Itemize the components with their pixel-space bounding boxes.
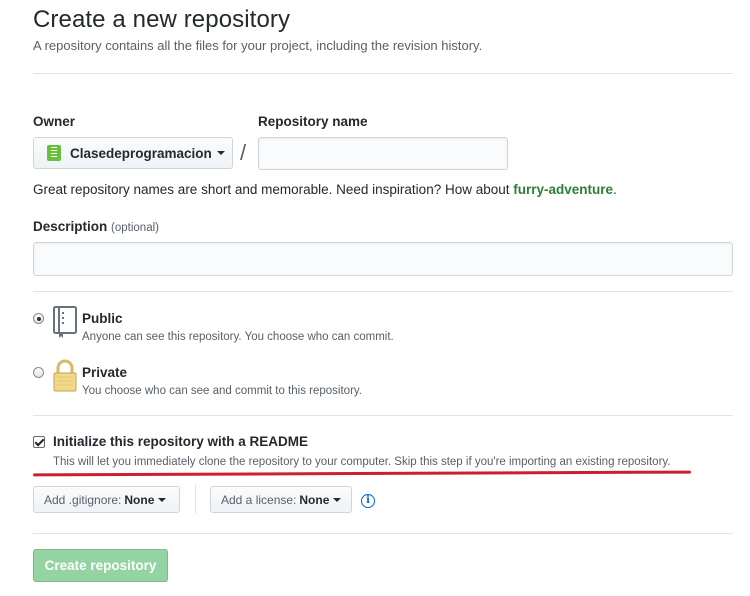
private-label: Private bbox=[82, 365, 128, 380]
owner-name: Clasedeprogramacion bbox=[70, 145, 212, 161]
gitignore-dropdown[interactable]: Add .gitignore: None bbox=[33, 486, 180, 513]
divider bbox=[33, 415, 733, 416]
chevron-down-icon bbox=[216, 151, 225, 155]
hint-suffix: . bbox=[613, 182, 617, 197]
repo-book-icon bbox=[53, 306, 77, 338]
public-description: Anyone can see this repository. You choo… bbox=[82, 331, 394, 343]
page-subtitle: A repository contains all the files for … bbox=[33, 38, 483, 53]
chevron-down-icon bbox=[158, 497, 167, 502]
name-hint: Great repository names are short and mem… bbox=[33, 182, 617, 197]
chevron-down-icon bbox=[333, 497, 342, 502]
create-repository-button[interactable]: Create repository bbox=[33, 549, 168, 582]
lock-icon bbox=[53, 359, 77, 392]
private-radio[interactable] bbox=[33, 367, 44, 378]
license-label: Add a license: bbox=[221, 492, 297, 507]
divider bbox=[33, 533, 733, 534]
description-label-text: Description bbox=[33, 219, 108, 234]
license-dropdown[interactable]: Add a license: None bbox=[210, 486, 352, 513]
description-label: Description (optional) bbox=[33, 219, 159, 234]
repository-name-label: Repository name bbox=[258, 114, 368, 129]
owner-label: Owner bbox=[33, 114, 76, 129]
page-title: Create a new repository bbox=[33, 6, 291, 33]
organization-avatar-icon bbox=[47, 145, 61, 161]
annotation-underline bbox=[32, 470, 692, 477]
gitignore-value: None bbox=[124, 492, 155, 507]
divider bbox=[195, 484, 196, 514]
readme-description: This will let you immediately clone the … bbox=[53, 456, 671, 468]
license-value: None bbox=[299, 492, 330, 507]
optional-note: (optional) bbox=[111, 222, 159, 234]
divider bbox=[33, 73, 733, 74]
private-description: You choose who can see and commit to thi… bbox=[82, 385, 362, 397]
readme-checkbox[interactable] bbox=[33, 436, 45, 448]
gitignore-label: Add .gitignore: bbox=[44, 492, 122, 507]
owner-dropdown[interactable]: Clasedeprogramacion bbox=[33, 137, 233, 169]
name-suggestion-link[interactable]: furry-adventure bbox=[513, 182, 613, 197]
public-radio[interactable] bbox=[33, 313, 44, 324]
owner-repo-separator: / bbox=[240, 140, 247, 165]
divider bbox=[33, 291, 733, 292]
readme-label: Initialize this repository with a README bbox=[53, 434, 309, 449]
hint-text: Great repository names are short and mem… bbox=[33, 182, 514, 197]
info-icon[interactable]: i bbox=[361, 494, 375, 508]
repository-name-input[interactable] bbox=[258, 137, 508, 170]
public-label: Public bbox=[82, 311, 123, 326]
description-input[interactable] bbox=[33, 242, 733, 276]
